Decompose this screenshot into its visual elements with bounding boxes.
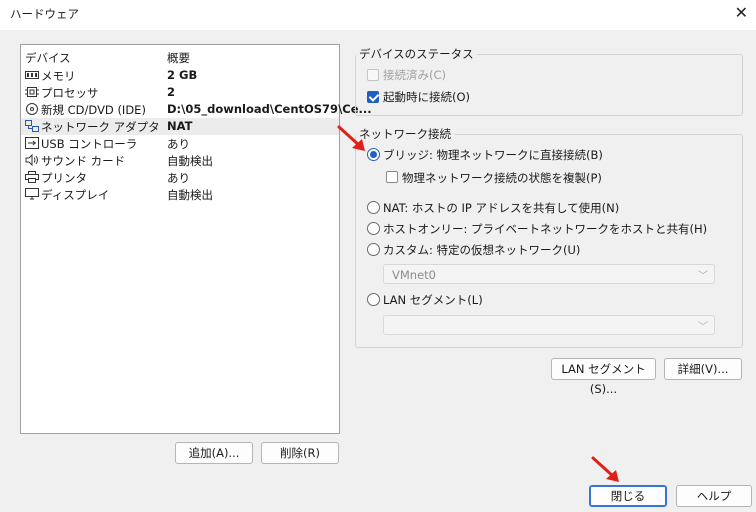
summary-column-header[interactable]: 概要: [167, 50, 190, 66]
lan-segment-button[interactable]: LAN セグメント(S)...: [551, 358, 656, 396]
red-arrow-icon: [337, 125, 365, 151]
device-summary: D:\05_download\CentOS79\Ce...: [167, 102, 372, 116]
device-row-sound[interactable]: サウンド カード 自動検出: [21, 152, 339, 169]
device-row-network-adapter[interactable]: ネットワーク アダプタ NAT: [21, 118, 339, 135]
device-summary: NAT: [167, 119, 193, 133]
network-connection-title: ネットワーク接続: [356, 126, 454, 142]
display-icon: [25, 188, 39, 200]
device-summary: 2: [167, 85, 176, 99]
connect-at-power-on-checkbox[interactable]: [367, 91, 379, 103]
sound-icon: [25, 154, 38, 166]
usb-icon: [25, 137, 39, 149]
device-name: USB コントローラ: [41, 137, 138, 151]
remove-button[interactable]: 削除(R): [261, 442, 339, 464]
device-row-cd-dvd[interactable]: 新規 CD/DVD (IDE) D:\05_download\CentOS79\…: [21, 101, 372, 118]
device-status-group: [355, 54, 743, 116]
printer-icon: [25, 171, 39, 183]
device-list-header: デバイス 概要: [21, 50, 339, 66]
bridged-label[interactable]: ブリッジ: 物理ネットワークに直接接続(B): [383, 147, 603, 163]
device-name: メモリ: [41, 69, 76, 83]
lan-segment-radio[interactable]: [367, 293, 380, 306]
network-adapter-icon: [25, 120, 39, 132]
host-only-radio[interactable]: [367, 222, 380, 235]
close-icon[interactable]: ✕: [735, 3, 748, 22]
device-row-usb[interactable]: USB コントローラ あり: [21, 135, 339, 152]
device-name: 新規 CD/DVD (IDE): [41, 103, 146, 117]
device-row-processor[interactable]: プロセッサ 2: [21, 84, 339, 101]
device-column-header[interactable]: デバイス: [25, 50, 71, 66]
dialog-body: デバイス 概要 メモリ 2 GB プロセッサ 2 新規 CD/DVD (IDE)…: [0, 30, 756, 512]
custom-radio[interactable]: [367, 243, 380, 256]
custom-network-select: VMnet0 ﹀: [383, 264, 715, 284]
connect-at-power-on-label[interactable]: 起動時に接続(O): [383, 89, 470, 105]
device-name: サウンド カード: [41, 154, 126, 168]
chevron-down-icon: ﹀: [698, 322, 708, 333]
device-status-title: デバイスのステータス: [356, 46, 477, 62]
chevron-down-icon: ﹀: [698, 271, 708, 282]
device-summary: あり: [167, 171, 190, 185]
device-summary: あり: [167, 137, 190, 151]
host-only-label[interactable]: ホストオンリー: プライベートネットワークをホストと共有(H): [383, 221, 707, 237]
device-row-display[interactable]: ディスプレイ 自動検出: [21, 186, 339, 203]
close-button[interactable]: 閉じる: [589, 485, 667, 507]
help-button[interactable]: ヘルプ: [676, 485, 752, 507]
device-summary: 2 GB: [167, 68, 198, 82]
advanced-button[interactable]: 詳細(V)...: [664, 358, 742, 380]
device-name: プリンタ: [41, 171, 87, 185]
processor-icon: [25, 87, 39, 97]
cd-dvd-icon: [26, 103, 38, 115]
replicate-state-label[interactable]: 物理ネットワーク接続の状態を複製(P): [402, 170, 602, 186]
nat-label[interactable]: NAT: ホストの IP アドレスを共有して使用(N): [383, 200, 619, 216]
custom-network-value: VMnet0: [392, 268, 436, 282]
device-summary: 自動検出: [167, 188, 213, 202]
connected-label: 接続済み(C): [383, 68, 447, 82]
custom-label[interactable]: カスタム: 特定の仮想ネットワーク(U): [383, 242, 580, 258]
title-bar: ハードウェア ✕: [0, 0, 756, 30]
device-row-memory[interactable]: メモリ 2 GB: [21, 67, 339, 84]
connected-checkbox: [367, 69, 379, 81]
device-list[interactable]: デバイス 概要 メモリ 2 GB プロセッサ 2 新規 CD/DVD (IDE)…: [20, 44, 372, 434]
replicate-state-checkbox[interactable]: [386, 171, 398, 183]
device-name: ネットワーク アダプタ: [41, 120, 160, 134]
nat-radio[interactable]: [367, 201, 380, 214]
device-row-printer[interactable]: プリンタ あり: [21, 169, 339, 186]
window-title: ハードウェア: [10, 7, 79, 21]
device-summary: 自動検出: [167, 154, 213, 168]
memory-icon: [25, 71, 39, 79]
lan-segment-label[interactable]: LAN セグメント(L): [383, 292, 483, 308]
add-button[interactable]: 追加(A)...: [175, 442, 253, 464]
red-arrow-icon: [591, 456, 619, 482]
device-name: ディスプレイ: [41, 188, 110, 202]
device-name: プロセッサ: [41, 86, 99, 100]
lan-segment-select: ﹀: [383, 315, 715, 335]
